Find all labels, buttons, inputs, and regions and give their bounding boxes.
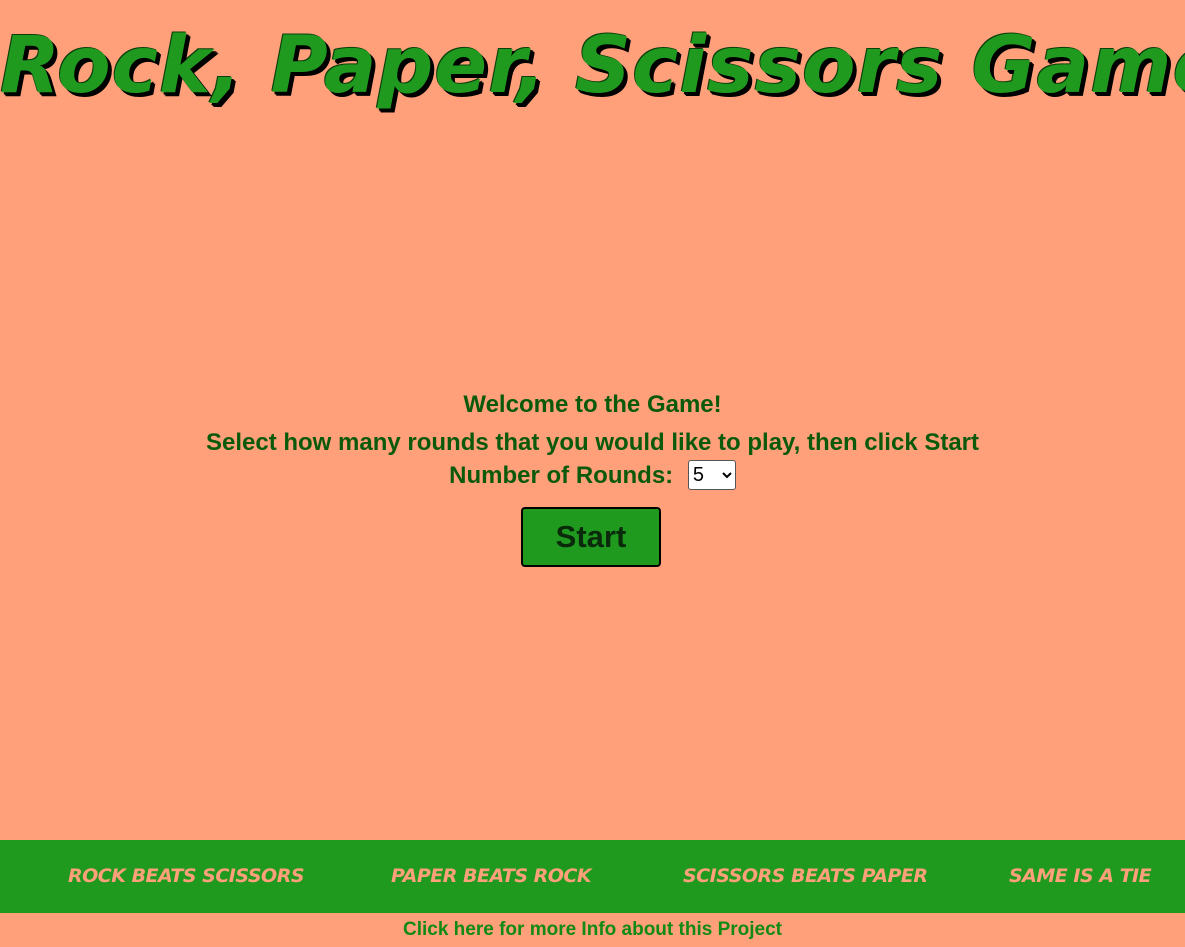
rule-scissors-beats-paper: Scissors beats Paper: [683, 865, 928, 887]
rounds-select[interactable]: 5: [687, 460, 736, 490]
rule-rock-beats-scissors: Rock beats Scissors: [68, 865, 305, 887]
start-button[interactable]: Start: [521, 507, 661, 567]
rounds-label: Number of Rounds:: [449, 462, 674, 489]
rules-bar: Rock beats Scissors Paper beats Rock Sci…: [0, 840, 1185, 913]
rule-paper-beats-rock: Paper beats Rock: [391, 865, 592, 887]
more-info-link[interactable]: Click here for more Info about this Proj…: [0, 913, 1185, 947]
instruction-text: Select how many rounds that you would li…: [205, 429, 980, 456]
rounds-selector-row: Number of Rounds: 5: [0, 460, 1185, 492]
rule-same-is-tie: Same is a tie: [1009, 865, 1152, 887]
page-title: Rock, Paper, Scissors Game: [0, 21, 1185, 111]
welcome-message: Welcome to the Game!: [463, 391, 722, 418]
